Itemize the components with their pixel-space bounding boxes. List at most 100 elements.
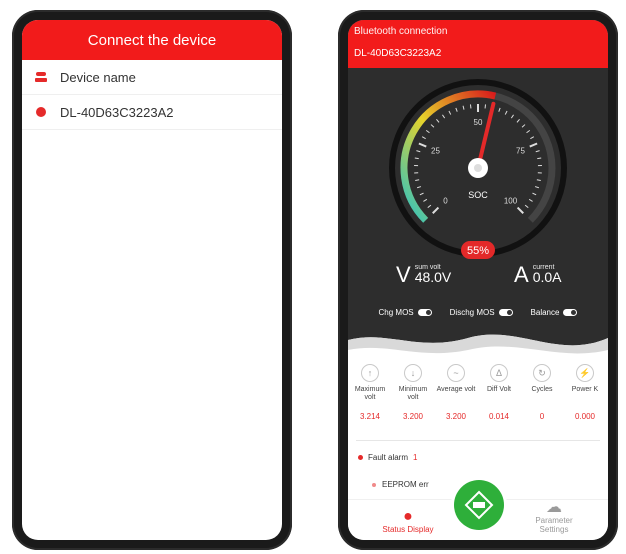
gauge-tick [526,129,531,134]
stat-value: 3.214 [359,412,381,421]
bullet-icon [372,482,376,487]
gauge-tick [532,192,537,196]
gauge-tick [510,114,514,119]
gauge-tick [414,157,419,160]
dischg-mos-toggle[interactable]: Dischg MOS [450,308,513,317]
gauge-tick-label: 0 [443,197,448,206]
bms-center-button[interactable] [454,480,504,530]
stat-name: Cycles [531,386,553,393]
divider [356,440,600,441]
device-id: DL-40D63C3223A2 [354,48,442,59]
gauge-tick-label: 100 [504,197,518,206]
gauge-tick [442,114,446,119]
gauge-tick [427,204,432,209]
max-volt-icon: ↑ [361,364,379,382]
volt-icon: V [396,262,411,287]
cloud-icon: ☁ [546,499,562,516]
fault-item: EEPROM err [372,480,429,489]
phone-frame-right: Bluetooth connection DL-40D63C3223A2 0 25… [338,10,618,550]
gauge-tick [504,110,508,115]
gauge-tick [432,206,440,214]
gauge-tick [530,136,535,140]
gauge-tick [421,136,426,140]
fault-item-text: EEPROM err [382,480,429,489]
cell-stats: ↑ Maximum volt 3.214 ↓ Minimum volt 3.20… [348,364,608,438]
chg-mos-label: Chg MOS [378,307,414,317]
stat-name: Power K [571,386,599,393]
stat-min-volt: ↓ Minimum volt 3.200 [393,364,433,421]
sum-volt-label: sum volt [414,264,441,271]
min-volt-icon: ↓ [404,364,422,382]
gauge-tick [524,204,529,209]
gauge-tick [462,105,465,110]
stat-value: 3.200 [402,412,424,421]
switch-icon [563,308,578,316]
gauge-tick [536,179,541,181]
gauge-tick [528,198,533,202]
power-icon: ⚡ [576,364,594,382]
connect-screen: Connect the device Device name DL-40D63C… [22,20,282,540]
gauge-tick [425,129,430,134]
alert-icon [32,107,50,117]
device-name-header: Device name [22,60,282,95]
device-icon [32,71,50,83]
device-name: DL-40D63C3223A2 [60,104,174,120]
readouts: V sum volt 48.0V A current 0.0A [366,264,590,298]
sum-volt-value: 48.0V [414,269,452,285]
bullet-icon [358,455,363,460]
gauge-tick [455,107,458,112]
gauge-tick [419,192,424,196]
avg-volt-icon: ~ [447,364,465,382]
balance-toggle[interactable]: Balance [531,308,578,317]
gauge-label: SOC [468,190,488,200]
gauge-tick [521,124,526,128]
sum-volt-readout: V sum volt 48.0V [396,264,451,286]
soc-gauge: 0 25 50 75 100 SOC 55% [348,68,608,260]
stat-avg-volt: ~ Average volt 3.200 [436,364,476,421]
gauge-tick [415,179,420,181]
switch-icon [498,308,513,316]
parameter-settings-tab[interactable]: ☁ Parameter Settings [524,499,584,535]
fault-count: 1 [413,453,418,462]
gauge-tick [418,142,427,148]
stat-name: Maximum volt [354,386,386,401]
switch-icon [417,308,432,316]
dischg-mos-label: Dischg MOS [449,307,495,317]
gauge-tick [516,206,524,214]
bms-icon [464,490,494,520]
device-list-item[interactable]: DL-40D63C3223A2 [22,95,282,130]
stat-value: 0 [539,412,545,421]
balance-label: Balance [530,307,560,317]
current-value: 0.0A [532,269,562,285]
stat-name: Minimum volt [398,386,428,401]
gauge-tick-label: 50 [474,118,483,127]
status-display-label: Status Display [382,525,434,534]
parameter-settings-label: Parameter Settings [535,516,573,534]
gauge-tick [423,198,428,202]
stat-value: 0.000 [574,412,596,421]
gauge-tick [529,142,538,148]
chg-mos-toggle[interactable]: Chg MOS [379,308,432,317]
device-name-label: Device name [60,69,136,85]
stat-power: ⚡ Power K 0.000 [565,364,605,421]
fault-alarm[interactable]: Fault alarm 1 [358,453,417,462]
bottom-nav: ● Status Display ☁ Parameter Settings [348,480,608,540]
gauge-tick [430,124,435,128]
gauge-tick [498,107,501,112]
gauge-tick [416,150,421,153]
phone-frame-left: Connect the device Device name DL-40D63C… [12,10,292,550]
stat-value: 0.014 [488,412,510,421]
stat-name: Average volt [436,386,476,393]
cycles-icon: ↻ [533,364,551,382]
wave-divider [348,320,608,354]
gauge-tick [537,157,542,160]
stat-max-volt: ↑ Maximum volt 3.214 [350,364,390,421]
gauge-tick [516,119,520,123]
stat-value: 3.200 [445,412,467,421]
status-display-tab[interactable]: ● Status Display [378,509,438,535]
gauge-tick-label: 75 [516,146,525,155]
status-screen: Bluetooth connection DL-40D63C3223A2 0 25… [348,20,608,540]
gauge-tick [448,110,452,115]
current-label: current [532,264,555,271]
gauge-tick [436,119,440,123]
